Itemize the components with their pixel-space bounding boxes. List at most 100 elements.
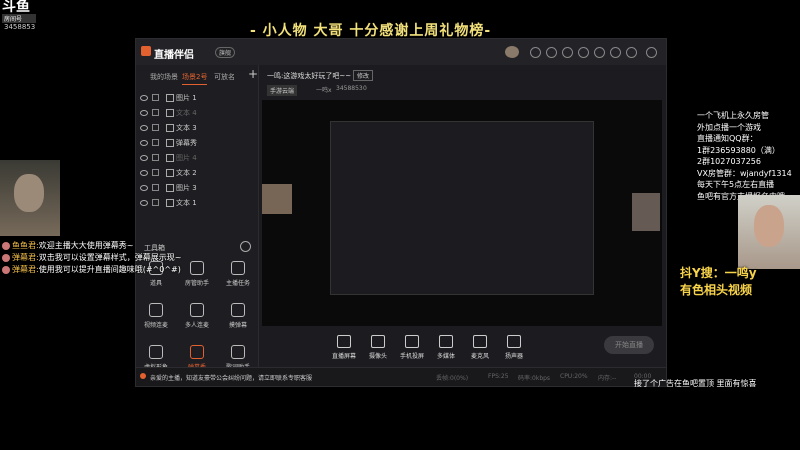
source-label: 图片 4 xyxy=(176,154,197,162)
promo-line: 抖Y搜：一鸣y xyxy=(680,266,757,280)
chat-avatar xyxy=(2,241,10,250)
feedback-icon[interactable] xyxy=(562,47,573,58)
info-line: 1群236593880（满） xyxy=(697,145,780,155)
source-type-icon xyxy=(166,199,174,207)
chat-username: 弹幕君: xyxy=(12,253,39,262)
room-id: 3458853 xyxy=(4,23,36,31)
bottom-tool-label: 扬声器 xyxy=(504,353,523,360)
tool-button[interactable]: 主播任务 xyxy=(218,261,258,287)
visibility-icon[interactable] xyxy=(140,95,148,101)
user-avatar[interactable] xyxy=(505,46,519,58)
nested-preview-window xyxy=(330,121,594,295)
maximize-icon[interactable] xyxy=(626,47,637,58)
tool-icon xyxy=(231,345,245,359)
lock-icon[interactable] xyxy=(152,199,159,206)
preview-canvas[interactable] xyxy=(262,100,662,326)
settings-icon[interactable] xyxy=(578,47,589,58)
start-live-button[interactable]: 开始直播 xyxy=(604,336,654,354)
tool-button[interactable]: 房管助手 xyxy=(177,261,217,287)
source-label: 文本 2 xyxy=(176,169,197,177)
message-icon[interactable] xyxy=(546,47,557,58)
source-row[interactable]: 文本 1 xyxy=(140,198,250,212)
source-row[interactable]: 图片 3 xyxy=(140,183,250,197)
visibility-icon[interactable] xyxy=(140,155,148,161)
add-scene-button[interactable]: + xyxy=(248,67,258,81)
chat-message: 鱼鱼君:欢迎主播大大使用弹幕秀~ xyxy=(2,240,133,251)
bottom-tool-icon xyxy=(405,335,419,348)
bottom-tool-button[interactable]: 扬声器 xyxy=(494,335,534,360)
visibility-icon[interactable] xyxy=(140,125,148,131)
live-assistant-window: 直播伴侣 旗舰 我的场景 场景2号 可放名 + 图片 1 文本 4 文本 3 弹幕秀图… xyxy=(135,38,667,387)
source-row[interactable]: 图片 1 xyxy=(140,93,250,107)
preview-camera-right xyxy=(632,193,660,231)
minimize-icon[interactable] xyxy=(610,47,621,58)
source-type-icon xyxy=(166,139,174,147)
lock-icon[interactable] xyxy=(152,154,159,161)
source-type-icon xyxy=(166,124,174,132)
skin-icon[interactable] xyxy=(530,47,541,58)
streamer-uid: 3458853 xyxy=(336,85,363,92)
chat-text: 双击我可以设置弹幕样式，弹幕展示现~ xyxy=(38,253,182,262)
info-line: 每天下午5点左右直播 xyxy=(697,180,775,189)
source-label: 弹幕秀 xyxy=(176,139,197,147)
info-line: 2群1027037256 xyxy=(697,157,761,166)
bottom-tool-icon xyxy=(371,335,385,348)
lock-icon[interactable] xyxy=(152,169,159,176)
source-row[interactable]: 图片 4 xyxy=(140,153,250,167)
room-label: 房间号 xyxy=(2,14,36,23)
chat-message: 弹幕君:双击我可以设置弹幕样式，弹幕展示现~ xyxy=(2,252,181,263)
tool-icon xyxy=(231,303,245,317)
notice-text[interactable]: 亲爱的主播，知道友豪带公会纠纷问题，请立即联系专职客服 xyxy=(150,373,312,382)
lock-icon[interactable] xyxy=(152,184,159,191)
title-bar: 直播伴侣 旗舰 xyxy=(136,39,666,65)
visibility-icon[interactable] xyxy=(140,170,148,176)
edit-title-button[interactable]: 修改 xyxy=(353,70,374,81)
scene-panel: 我的场景 场景2号 可放名 + 图片 1 文本 4 文本 3 弹幕秀图片 4 文本 2 图… xyxy=(136,65,259,383)
warning-icon xyxy=(140,373,146,379)
source-row[interactable]: 文本 3 xyxy=(140,123,250,137)
source-type-icon xyxy=(166,184,174,192)
chat-username: 弹幕君: xyxy=(12,265,39,274)
lock-icon[interactable] xyxy=(152,109,159,116)
source-label: 图片 1 xyxy=(176,94,197,102)
status-bar: 亲爱的主播，知道友豪带公会纠纷问题，请立即联系专职客服 丢帧:0(0%) FPS:… xyxy=(136,367,666,386)
version-badge[interactable]: 旗舰 xyxy=(215,47,236,58)
tab-scene-2[interactable]: 场景2号 xyxy=(182,72,208,85)
tool-icon xyxy=(149,345,163,359)
tab-scene-3[interactable]: 可放名 xyxy=(214,72,235,82)
top-banner: - 小人物 大哥 十分感谢上周礼物榜- xyxy=(250,23,492,39)
lock-icon[interactable] xyxy=(152,139,159,146)
chat-avatar xyxy=(2,253,10,262)
category-tag[interactable]: 手游云端 xyxy=(267,85,298,96)
lock-icon[interactable] xyxy=(152,94,159,101)
face xyxy=(14,174,44,212)
status-stat: CPU:20% xyxy=(560,373,588,380)
tool-button[interactable]: 视频连麦 xyxy=(136,303,176,329)
info-line: 直播通知QQ群： xyxy=(697,134,758,143)
source-type-icon xyxy=(166,94,174,102)
source-row[interactable]: 文本 2 xyxy=(140,168,250,182)
bottom-tool-icon xyxy=(507,335,521,348)
source-type-icon xyxy=(166,109,174,117)
tool-button[interactable]: 多人连麦 xyxy=(177,303,217,329)
app-title: 直播伴侣 xyxy=(154,50,194,61)
close-icon[interactable] xyxy=(646,47,657,58)
more-icon[interactable] xyxy=(240,241,251,252)
visibility-icon[interactable] xyxy=(140,185,148,191)
visibility-icon[interactable] xyxy=(140,140,148,146)
source-row[interactable]: 文本 4 xyxy=(140,108,250,122)
ad-text: 接了个广告在鱼吧置顶 里面有惊喜 xyxy=(634,379,757,388)
source-row[interactable]: 弹幕秀 xyxy=(140,138,250,152)
status-stat: 丢帧:0(0%) xyxy=(436,375,469,382)
tool-icon xyxy=(149,303,163,317)
tool-button[interactable]: 摸弹幕 xyxy=(218,303,258,329)
bottom-tool-icon xyxy=(439,335,453,348)
visibility-icon[interactable] xyxy=(140,110,148,116)
tab-my-scenes[interactable]: 我的场景 xyxy=(150,72,178,82)
chat-text: 使用我可以提升直播间趣味哦(#^0^#) xyxy=(38,265,181,274)
lock-icon[interactable] xyxy=(152,124,159,131)
tool-label: 视频连麦 xyxy=(143,322,168,329)
help-icon[interactable] xyxy=(594,47,605,58)
streamer-name: 一鸣x xyxy=(316,87,332,94)
visibility-icon[interactable] xyxy=(140,200,148,206)
